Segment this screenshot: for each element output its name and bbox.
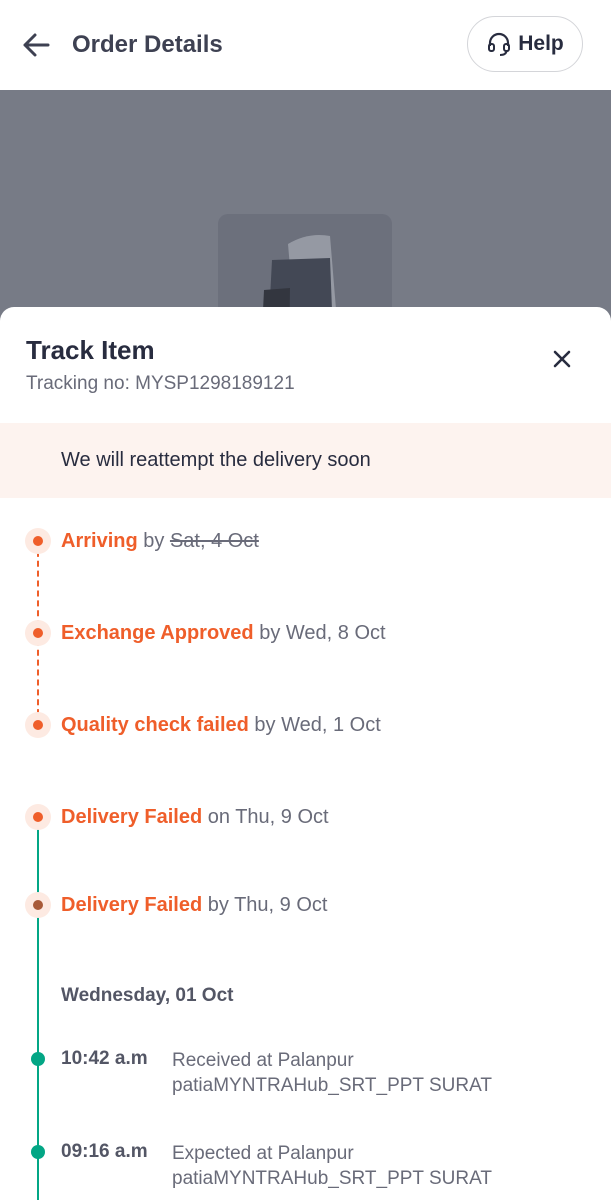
timeline-dot <box>25 892 51 918</box>
back-button[interactable] <box>20 29 52 61</box>
event-dot <box>31 1052 45 1066</box>
timeline-dot <box>25 528 51 554</box>
page-title: Order Details <box>72 31 223 58</box>
timeline-connector-green <box>37 817 39 1200</box>
track-item-sheet: Track Item Tracking no: MYSP1298189121 W… <box>0 307 611 1200</box>
timeline-dot <box>25 620 51 646</box>
event-description: Received at Palanpur patiaMYNTRAHub_SRT_… <box>172 1050 492 1096</box>
close-button[interactable] <box>546 343 578 375</box>
event-time: 10:42 a.m <box>61 1048 148 1069</box>
timeline-step: Exchange Approved by Wed, 8 Oct <box>61 622 386 644</box>
timeline-dot <box>25 804 51 830</box>
day-heading: Wednesday, 01 Oct <box>61 985 234 1006</box>
reattempt-banner: We will reattempt the delivery soon <box>0 423 611 498</box>
event-time: 09:16 a.m <box>61 1141 148 1162</box>
event-description: Expected at Palanpur patiaMYNTRAHub_SRT_… <box>172 1143 492 1189</box>
timeline-step: Delivery Failed by Thu, 9 Oct <box>61 894 328 916</box>
timeline-step: Arriving by Sat, 4 Oct <box>61 530 259 552</box>
event-dot <box>31 1145 45 1159</box>
timeline-step: Delivery Failed on Thu, 9 Oct <box>61 806 329 828</box>
banner-text: We will reattempt the delivery soon <box>61 449 371 471</box>
app-header: Order Details Help <box>0 0 611 90</box>
sheet-title: Track Item <box>26 335 155 365</box>
close-icon <box>553 350 571 368</box>
headset-icon <box>488 32 511 56</box>
help-button[interactable]: Help <box>467 16 583 72</box>
modal-backdrop[interactable] <box>0 90 611 414</box>
struck-date: Sat, 4 Oct <box>169 530 259 552</box>
help-label: Help <box>518 32 564 55</box>
timeline-dot <box>25 712 51 738</box>
tracking-number: Tracking no: MYSP1298189121 <box>26 373 295 394</box>
timeline-step: Quality check failed by Wed, 1 Oct <box>61 714 381 736</box>
back-arrow-icon <box>23 33 50 57</box>
